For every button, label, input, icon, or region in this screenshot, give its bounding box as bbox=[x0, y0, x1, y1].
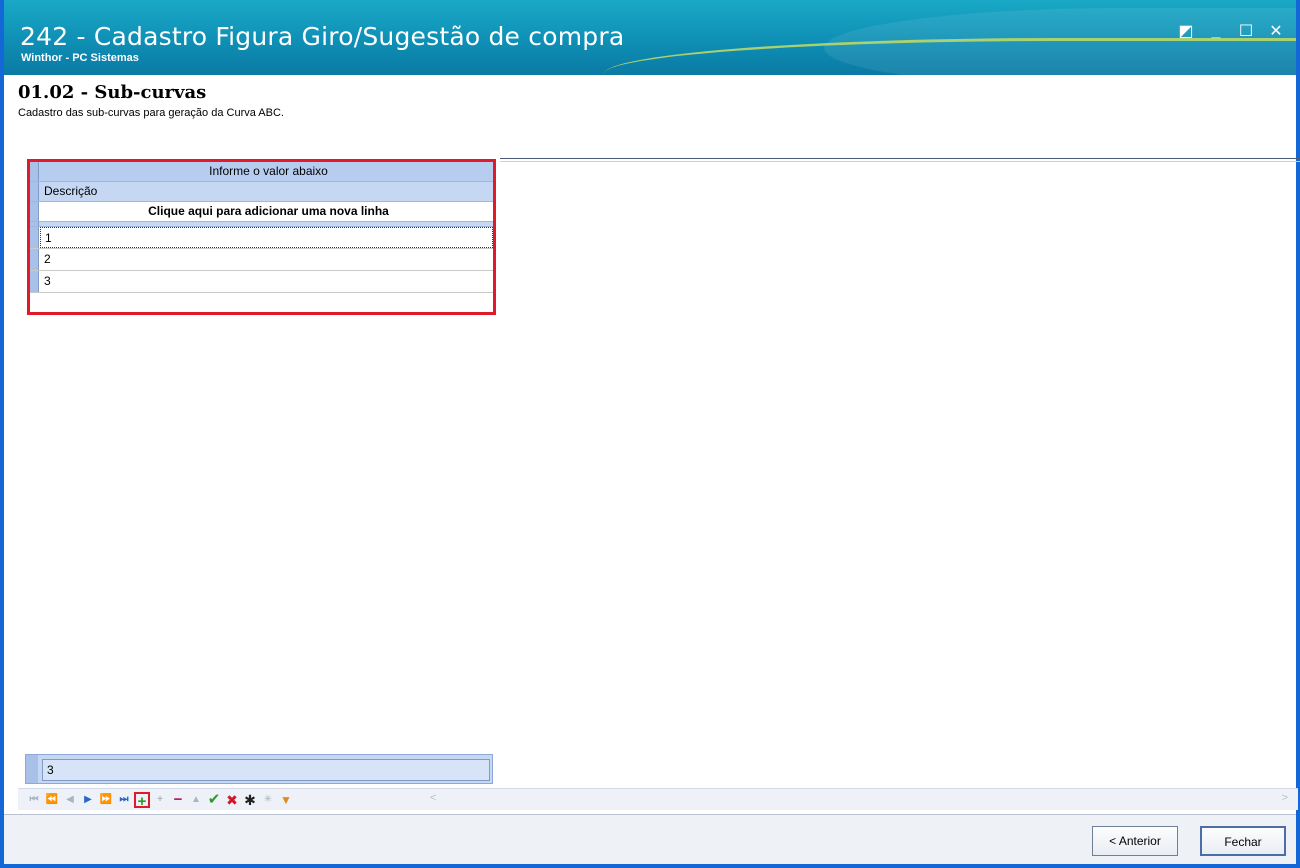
window-controls: ◩ _ ☐ ✕ bbox=[1176, 22, 1286, 42]
row-indicator bbox=[30, 162, 39, 181]
row-indicator bbox=[30, 227, 39, 248]
previous-button[interactable]: < Anterior bbox=[1092, 826, 1178, 856]
close-icon[interactable]: ✕ bbox=[1266, 22, 1286, 42]
footer-count: 3 bbox=[42, 759, 490, 781]
row-indicator bbox=[30, 271, 39, 292]
append-icon[interactable]: + bbox=[152, 792, 168, 808]
filter-icon[interactable]: ▼ bbox=[278, 792, 294, 808]
prev-page-icon[interactable]: ⏪ bbox=[44, 792, 60, 808]
wizard-footer: < Anterior Fechar bbox=[4, 814, 1296, 864]
scroll-right-icon[interactable]: > bbox=[1282, 792, 1288, 804]
table-row[interactable]: 1 bbox=[30, 227, 493, 249]
cell-descricao[interactable]: 3 bbox=[40, 271, 493, 292]
grid-footer: 3 bbox=[25, 754, 493, 784]
save-bookmark-icon[interactable]: ✳ bbox=[260, 792, 276, 808]
navigator-buttons: ⏮ ⏪ ◀ ▶ ⏩ ⏭ + + − ▲ ✔ ✖ ✱ ✳ ▼ bbox=[26, 792, 294, 810]
page-description: Cadastro das sub-curvas para geração da … bbox=[18, 107, 284, 119]
row-indicator bbox=[30, 182, 39, 201]
maximize-icon[interactable]: ☐ bbox=[1236, 22, 1256, 42]
title-swoosh bbox=[604, 38, 1296, 75]
row-indicator bbox=[30, 222, 39, 226]
cell-descricao[interactable]: 2 bbox=[40, 249, 493, 270]
first-icon[interactable]: ⏮ bbox=[26, 792, 42, 808]
post-icon[interactable]: ✔ bbox=[206, 792, 222, 808]
main-window: 242 - Cadastro Figura Giro/Sugestão de c… bbox=[0, 0, 1300, 868]
table-row[interactable]: 2 bbox=[30, 249, 493, 271]
close-button[interactable]: Fechar bbox=[1200, 826, 1286, 856]
sub-curves-grid: Informe o valor abaixo Descrição Clique … bbox=[27, 159, 496, 315]
add-row-label[interactable]: Clique aqui para adicionar uma nova linh… bbox=[40, 202, 493, 221]
edit-icon[interactable]: ▲ bbox=[188, 792, 204, 808]
prev-icon[interactable]: ◀ bbox=[62, 792, 78, 808]
next-page-icon[interactable]: ⏩ bbox=[98, 792, 114, 808]
grid-navigator: ⏮ ⏪ ◀ ▶ ⏩ ⏭ + + − ▲ ✔ ✖ ✱ ✳ ▼ < > bbox=[18, 788, 1298, 810]
cell-descricao[interactable]: 1 bbox=[40, 227, 493, 248]
title-bar: 242 - Cadastro Figura Giro/Sugestão de c… bbox=[4, 0, 1296, 75]
restore-icon[interactable]: ◩ bbox=[1176, 22, 1196, 42]
cancel-icon[interactable]: ✖ bbox=[224, 792, 240, 808]
table-row[interactable]: 3 bbox=[30, 271, 493, 293]
minimize-icon[interactable]: _ bbox=[1206, 22, 1226, 42]
last-icon[interactable]: ⏭ bbox=[116, 792, 132, 808]
row-indicator bbox=[30, 202, 39, 221]
window-title: 242 - Cadastro Figura Giro/Sugestão de c… bbox=[20, 22, 625, 51]
column-header-descricao[interactable]: Descrição bbox=[40, 182, 493, 201]
grid-group-header: Informe o valor abaixo bbox=[30, 162, 493, 182]
step-header: 01.02 - Sub-curvas Cadastro das sub-curv… bbox=[18, 82, 284, 119]
delete-icon[interactable]: − bbox=[170, 792, 186, 808]
grid-column-header[interactable]: Descrição bbox=[30, 182, 493, 202]
add-row-button[interactable]: Clique aqui para adicionar uma nova linh… bbox=[30, 202, 493, 222]
window-subtitle: Winthor - PC Sistemas bbox=[21, 52, 139, 64]
row-indicator bbox=[26, 755, 38, 783]
group-header-label: Informe o valor abaixo bbox=[209, 164, 328, 178]
refresh-icon[interactable]: ✱ bbox=[242, 792, 258, 808]
row-indicator bbox=[30, 249, 39, 270]
insert-icon[interactable]: + bbox=[134, 792, 150, 810]
scroll-left-icon[interactable]: < bbox=[430, 792, 436, 804]
page-title: 01.02 - Sub-curvas bbox=[18, 82, 207, 103]
next-icon[interactable]: ▶ bbox=[80, 792, 96, 808]
divider bbox=[500, 158, 1300, 162]
